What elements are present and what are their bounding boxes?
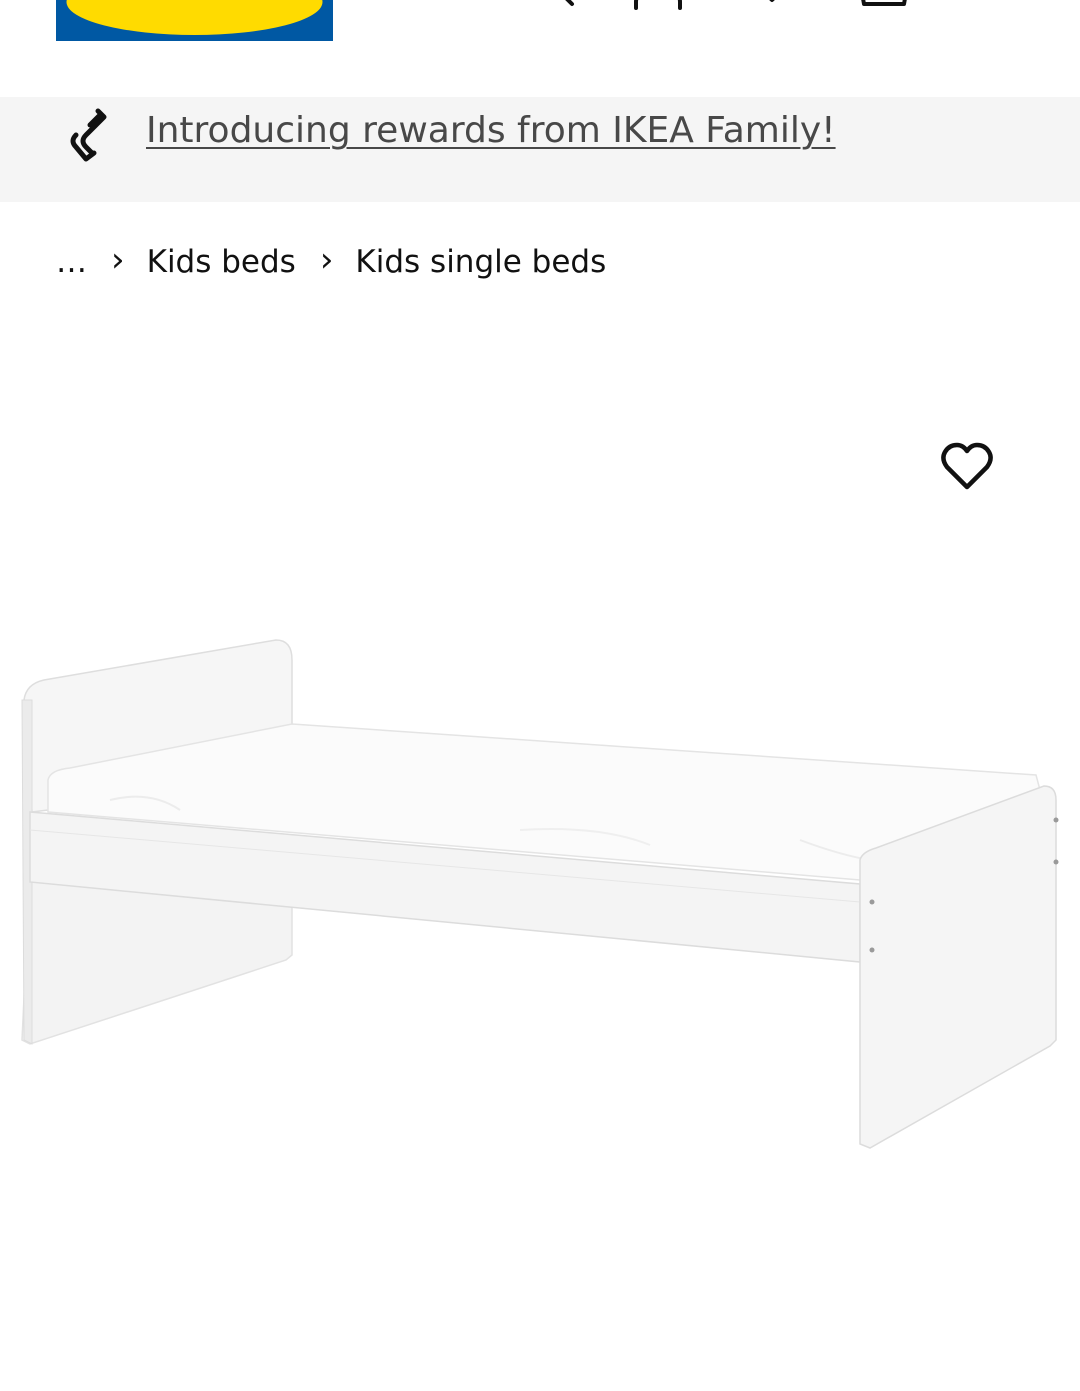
breadcrumb-kids-beds[interactable]: Kids beds xyxy=(147,244,296,280)
svg-text:IKEA: IKEA xyxy=(132,0,256,9)
breadcrumb-separator-icon: › xyxy=(111,240,125,280)
breadcrumb-kids-single-beds[interactable]: Kids single beds xyxy=(355,244,606,280)
ikea-logo[interactable]: IKEA xyxy=(56,0,333,41)
site-header: IKEA xyxy=(0,0,1080,97)
breadcrumb: … › Kids beds › Kids single beds xyxy=(56,240,606,284)
shopping-bag-icon[interactable] xyxy=(856,0,912,16)
ikea-family-squiggle-icon xyxy=(66,105,114,167)
heart-outline-icon xyxy=(941,442,993,490)
breadcrumb-separator-icon: › xyxy=(319,240,334,280)
search-icon[interactable] xyxy=(530,0,586,16)
favourite-button[interactable] xyxy=(932,436,1002,498)
promo-banner: Introducing rewards from IKEA Family! xyxy=(0,97,1080,202)
promo-link[interactable]: Introducing rewards from IKEA Family! xyxy=(146,107,836,155)
product-image[interactable] xyxy=(0,330,1080,1391)
profile-icon[interactable] xyxy=(630,0,686,16)
breadcrumb-ellipsis[interactable]: … xyxy=(56,244,87,280)
heart-icon[interactable] xyxy=(744,0,800,16)
menu-icon[interactable] xyxy=(968,0,1024,16)
